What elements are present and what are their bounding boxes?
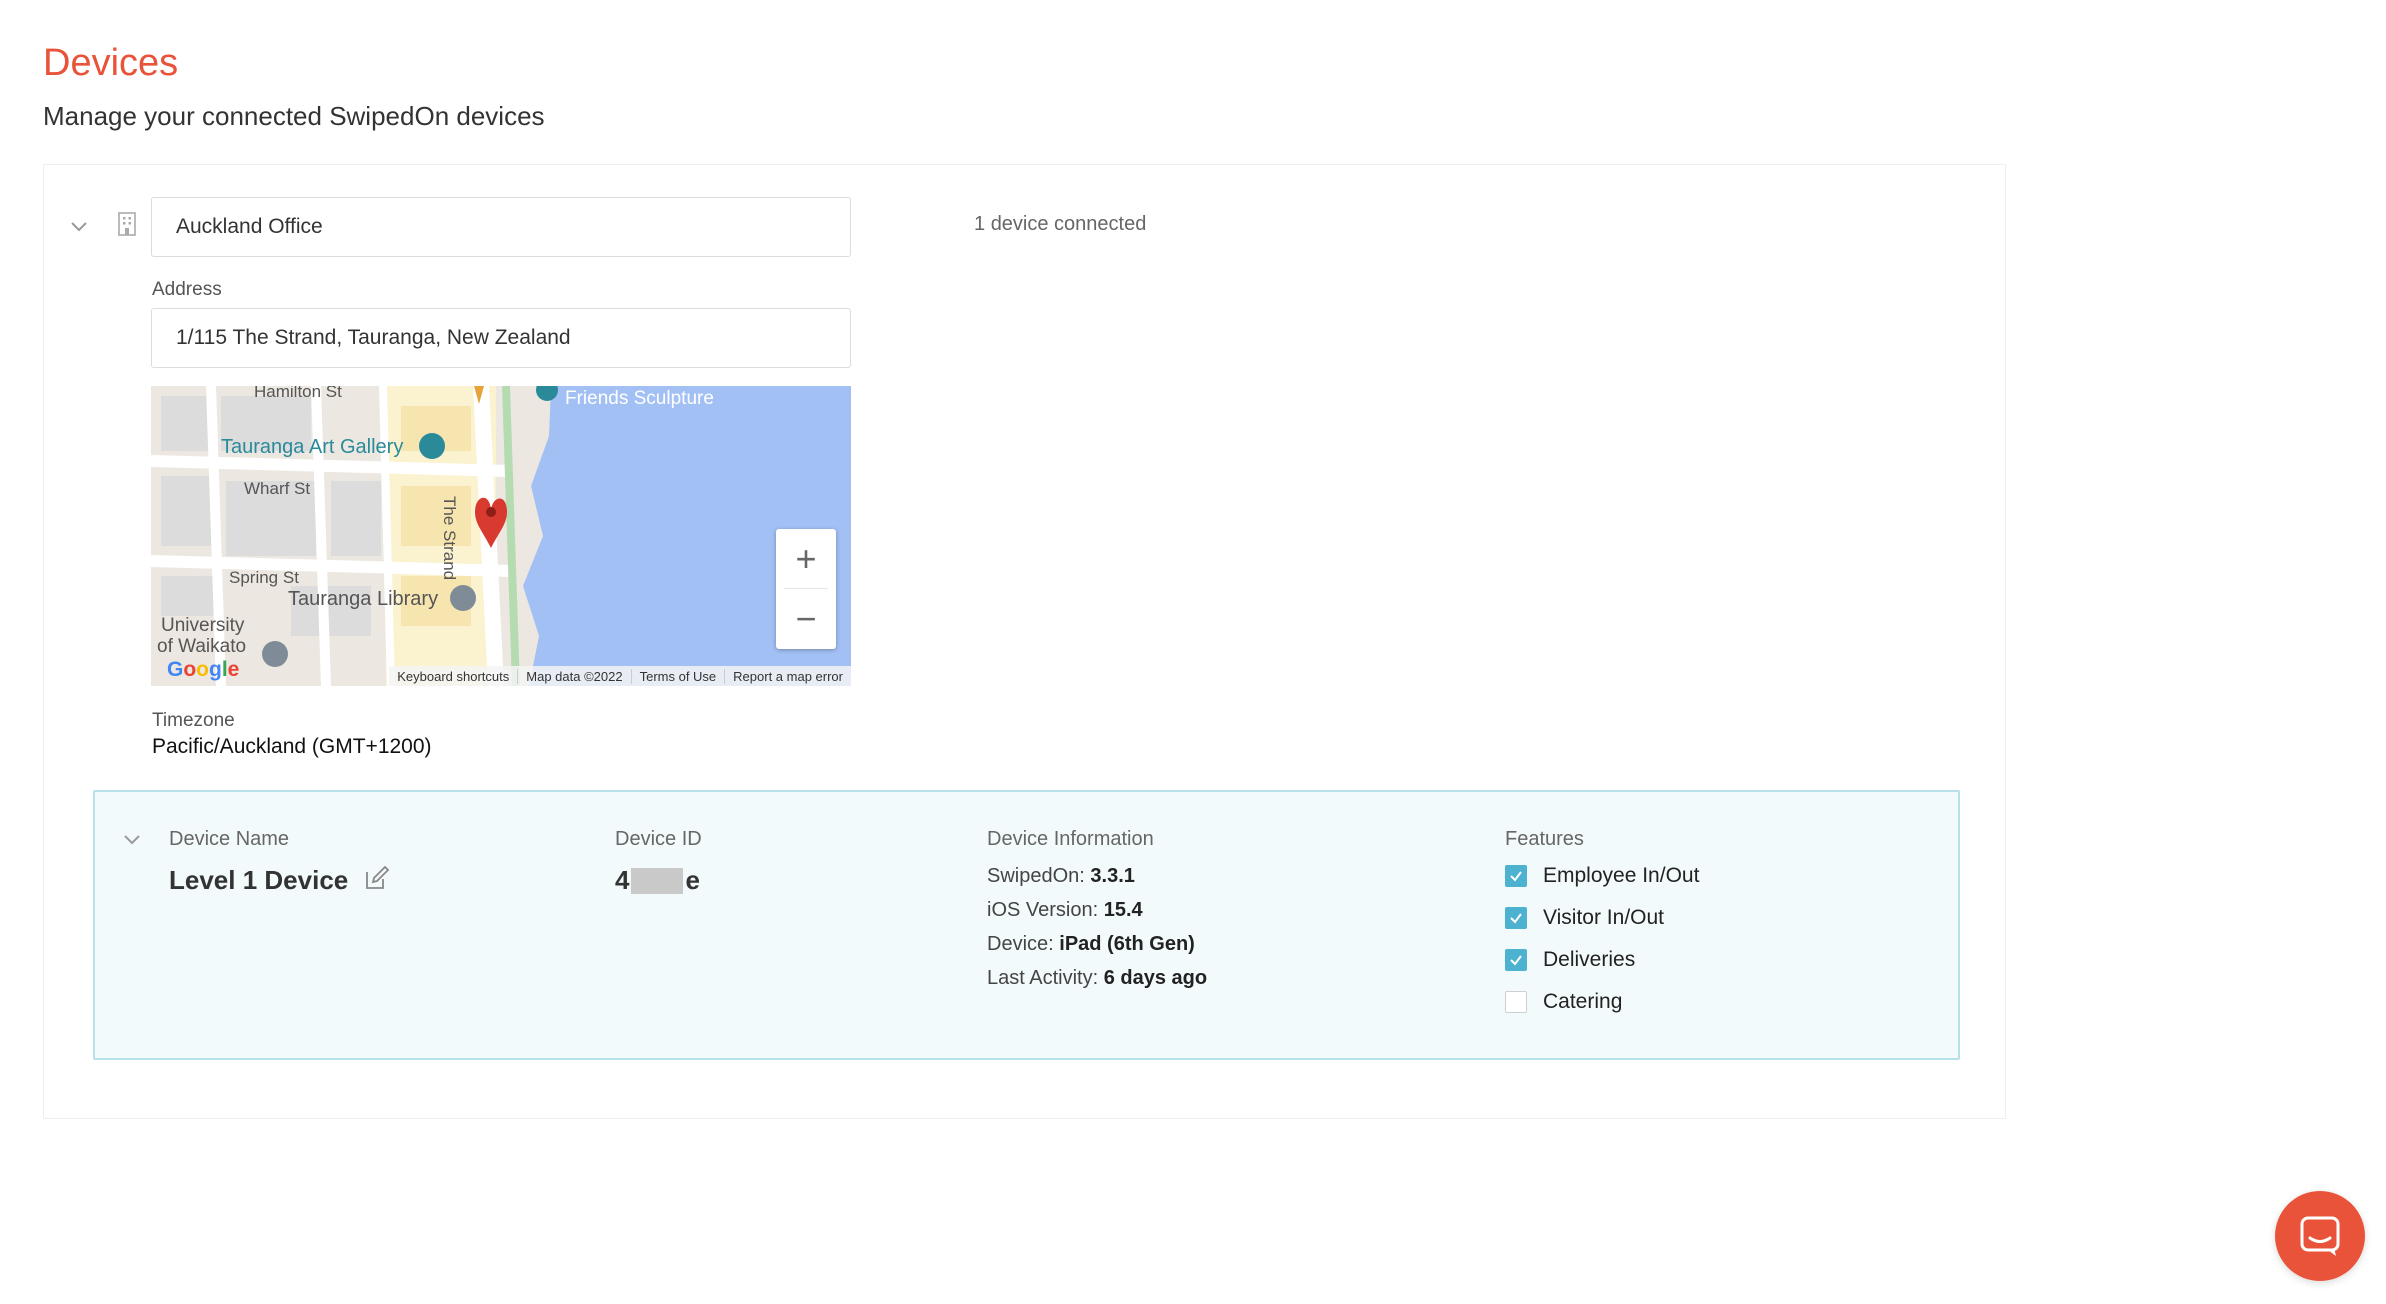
- info-value: 15.4: [1103, 899, 1143, 921]
- location-map[interactable]: Hamilton St Wharf St Spring St The Stran…: [151, 386, 851, 686]
- feature-label: Catering: [1543, 990, 1623, 1013]
- poi-label: Tauranga Art Gallery: [221, 436, 404, 458]
- zoom-in-button[interactable]: +: [776, 529, 836, 589]
- keyboard-shortcuts-link[interactable]: Keyboard shortcuts: [389, 669, 517, 684]
- features-label: Features: [1505, 828, 1584, 850]
- timezone-label: Timezone: [152, 710, 235, 731]
- redaction-block: [631, 867, 684, 894]
- map-zoom-control: + −: [776, 529, 836, 649]
- feature-label: Deliveries: [1543, 948, 1636, 971]
- device-id: 4 e: [615, 865, 700, 896]
- checkbox-checked[interactable]: [1505, 865, 1527, 887]
- feature-visitor-in-out[interactable]: Visitor In/Out: [1505, 906, 1664, 930]
- device-id-label: Device ID: [615, 828, 702, 850]
- timezone-value: Pacific/Auckland (GMT+1200): [152, 735, 432, 758]
- report-map-error-link[interactable]: Report a map error: [724, 668, 851, 684]
- street-label: The Strand: [440, 496, 459, 581]
- location-card: 1 device connected Address: [43, 164, 2006, 1119]
- chat-launcher-button[interactable]: [2275, 1191, 2365, 1281]
- info-last-activity: Last Activity: 6 days ago: [987, 967, 1207, 990]
- location-name-input[interactable]: [151, 197, 851, 257]
- checkmark-icon: [1510, 913, 1522, 924]
- info-ios-version: iOS Version: 15.4: [987, 899, 1143, 922]
- poi-label: Tauranga Library: [288, 588, 439, 610]
- info-key: Last Activity:: [987, 967, 1099, 989]
- chat-icon: [2300, 1216, 2340, 1256]
- chevron-down-icon[interactable]: [68, 215, 90, 237]
- device-info-label: Device Information: [987, 828, 1154, 850]
- device-count: 1 device connected: [974, 213, 1146, 236]
- google-logo: Google: [167, 658, 240, 681]
- info-swipedon: SwipedOn: 3.3.1: [987, 865, 1135, 888]
- device-panel: Device Name Level 1 Device Device ID 4 e…: [93, 790, 1960, 1060]
- poi-label: Friends Sculpture: [565, 388, 714, 409]
- info-value: 3.3.1: [1090, 865, 1135, 887]
- zoom-out-button[interactable]: −: [776, 589, 836, 649]
- edit-icon[interactable]: [363, 864, 391, 892]
- info-device: Device: iPad (6th Gen): [987, 933, 1195, 956]
- page-title: Devices: [43, 42, 179, 84]
- info-value: 6 days ago: [1103, 967, 1208, 989]
- feature-deliveries[interactable]: Deliveries: [1505, 948, 1635, 972]
- address-label: Address: [152, 279, 222, 300]
- map-data-text: Map data ©2022: [517, 668, 630, 684]
- chevron-down-icon[interactable]: [121, 828, 143, 850]
- checkmark-icon: [1510, 871, 1522, 882]
- info-key: Device:: [987, 933, 1054, 955]
- info-key: SwipedOn:: [987, 865, 1085, 887]
- street-label: Hamilton St: [254, 386, 342, 401]
- feature-label: Employee In/Out: [1543, 864, 1700, 887]
- map-footer: Keyboard shortcuts Map data ©2022 Terms …: [389, 666, 851, 686]
- map-background: [151, 386, 851, 686]
- poi-label: of Waikato: [157, 636, 247, 657]
- info-key: iOS Version:: [987, 899, 1099, 921]
- checkbox-checked[interactable]: [1505, 907, 1527, 929]
- terms-of-use-link[interactable]: Terms of Use: [630, 668, 725, 684]
- device-id-prefix: 4: [615, 865, 630, 895]
- checkbox-checked[interactable]: [1505, 949, 1527, 971]
- checkmark-icon: [1510, 955, 1522, 966]
- building-icon: [118, 212, 136, 236]
- device-count-number: 1: [974, 213, 986, 235]
- feature-employee-in-out[interactable]: Employee In/Out: [1505, 864, 1699, 888]
- device-name-label: Device Name: [169, 828, 290, 850]
- page-subtitle: Manage your connected SwipedOn devices: [43, 101, 545, 131]
- feature-catering[interactable]: Catering: [1505, 990, 1622, 1014]
- poi-label: University: [161, 615, 245, 636]
- street-label: Wharf St: [244, 479, 311, 498]
- info-value: iPad (6th Gen): [1059, 933, 1195, 955]
- address-input[interactable]: [151, 308, 851, 368]
- device-name: Level 1 Device: [169, 865, 349, 895]
- street-label: Spring St: [229, 568, 299, 587]
- device-count-text: device connected: [990, 213, 1147, 235]
- feature-label: Visitor In/Out: [1543, 906, 1664, 929]
- device-id-suffix: e: [685, 865, 700, 895]
- checkbox-unchecked[interactable]: [1505, 991, 1527, 1013]
